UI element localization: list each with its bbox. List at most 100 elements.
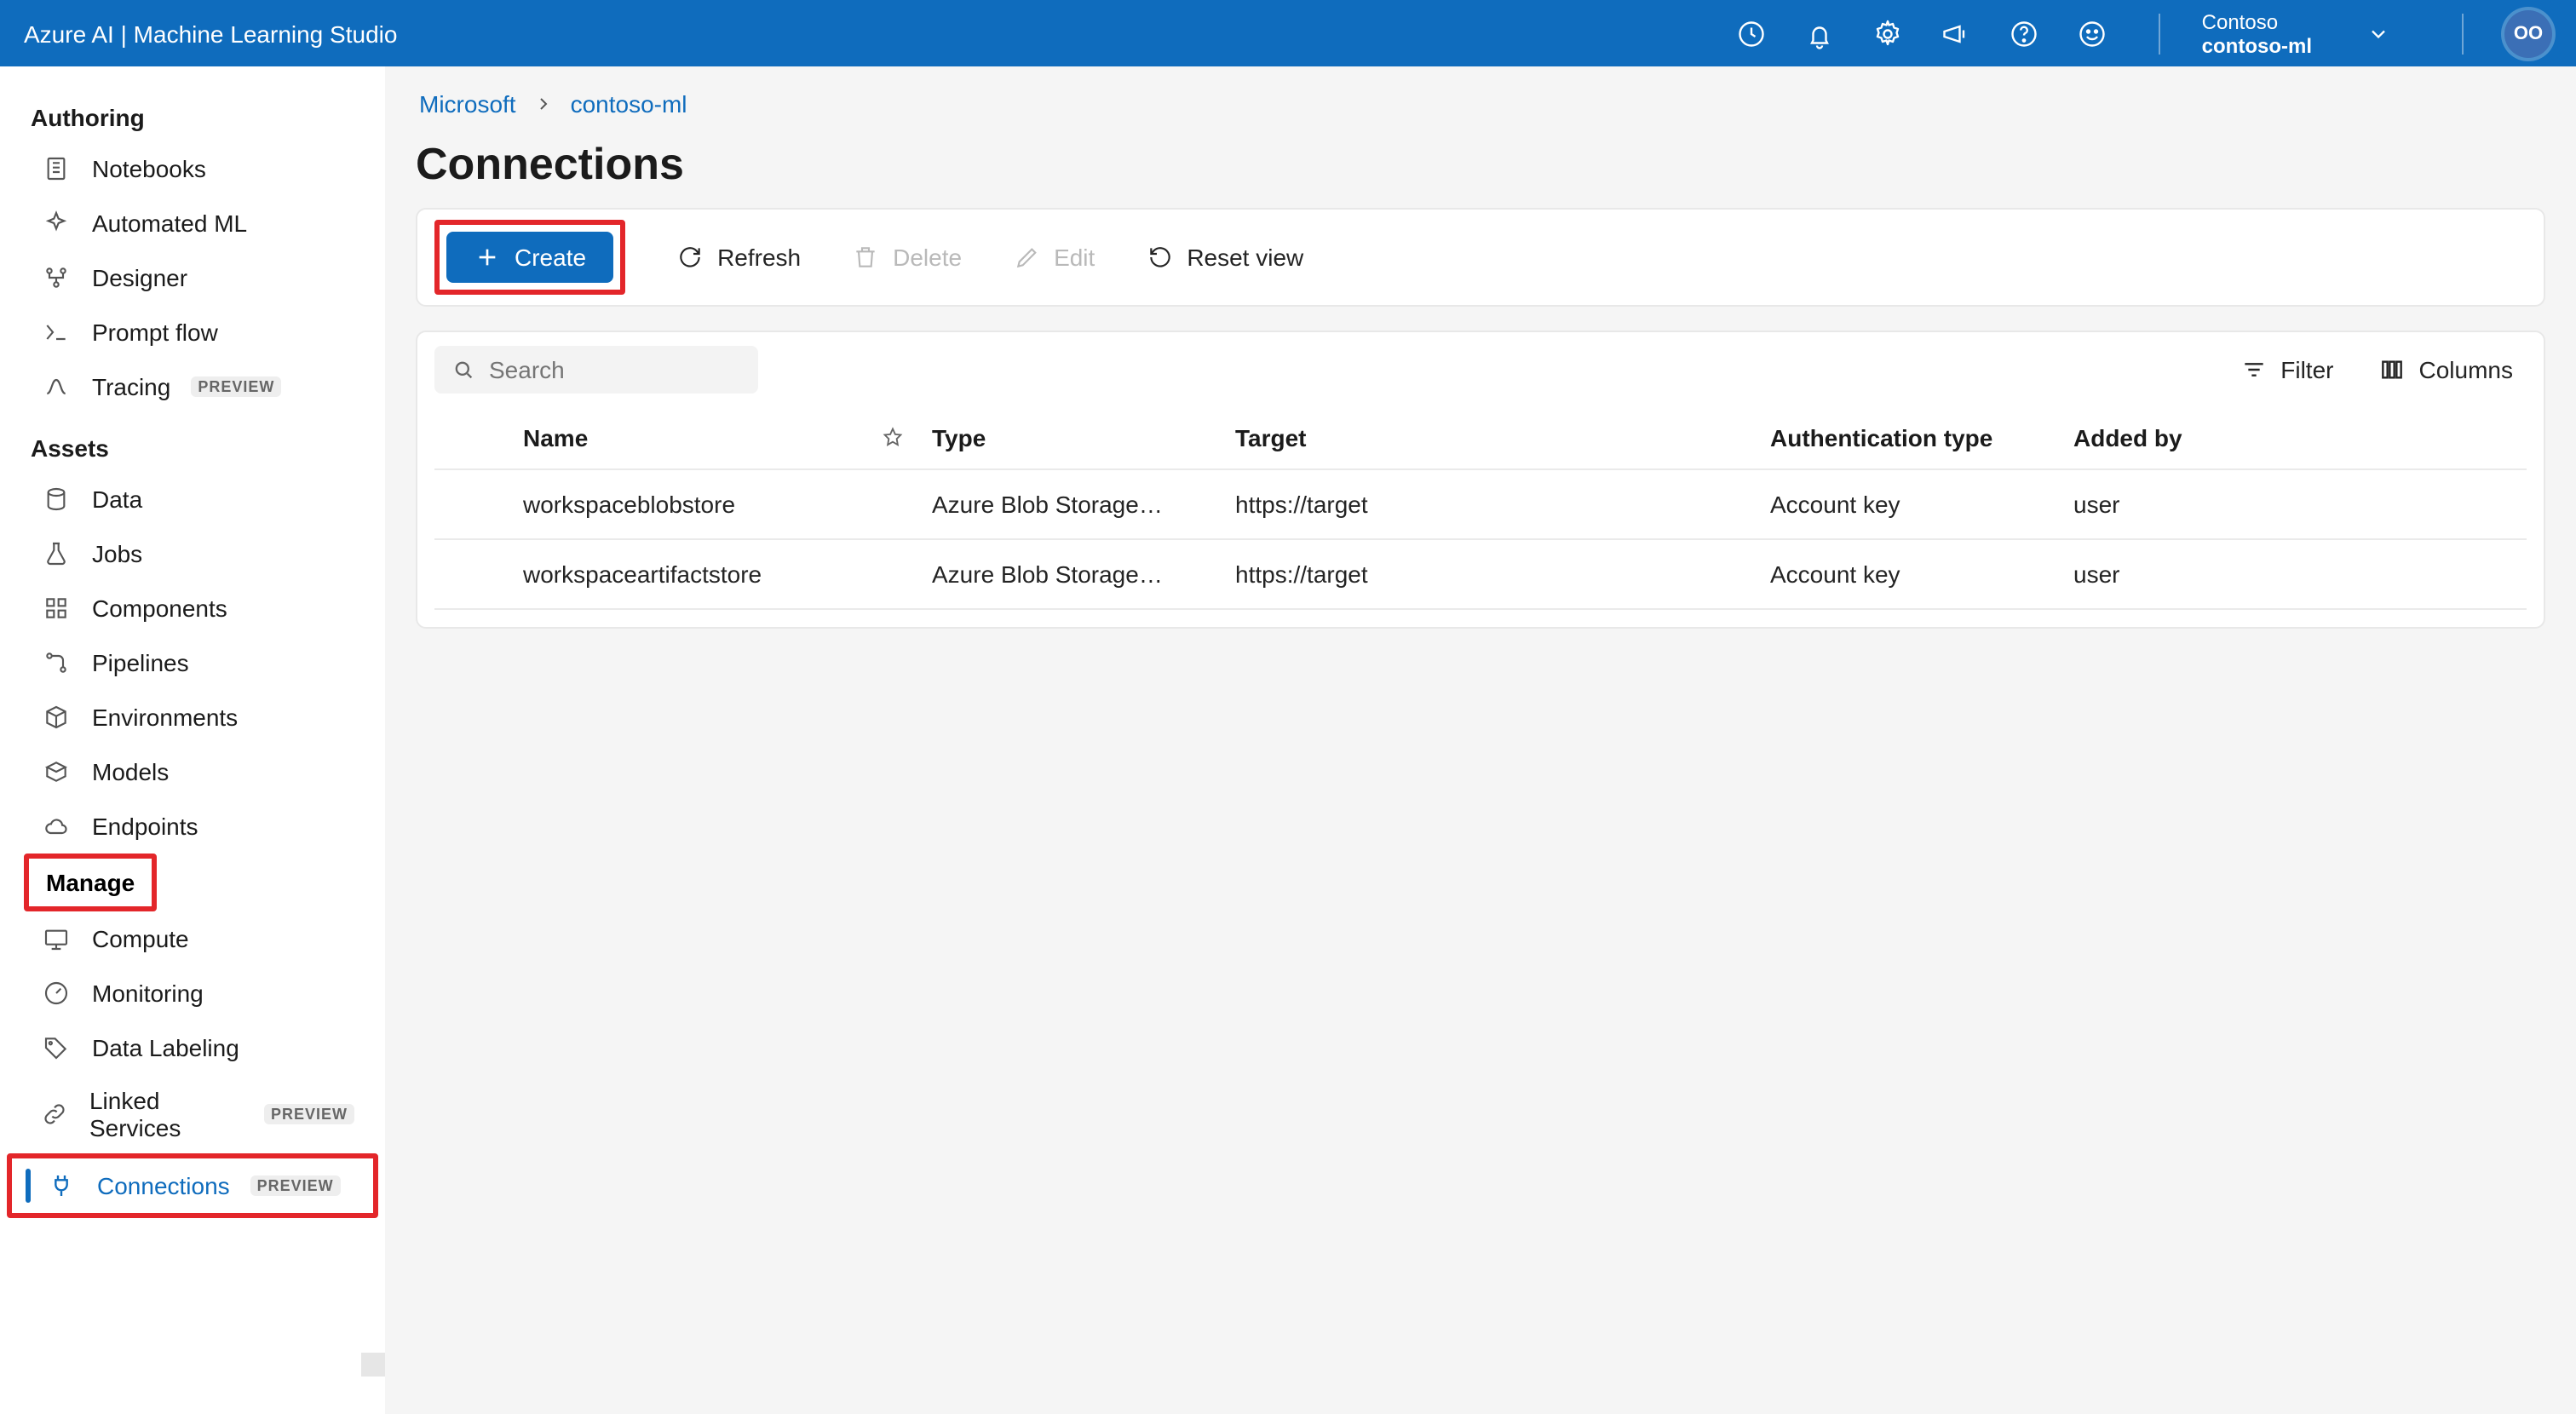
sidebar-item-connections[interactable]: Connections PREVIEW bbox=[12, 1158, 373, 1213]
create-button[interactable]: Create bbox=[446, 232, 613, 283]
col-auth[interactable]: Authentication type bbox=[1757, 407, 2060, 469]
database-icon bbox=[41, 484, 72, 514]
sidebar-item-label: Endpoints bbox=[92, 813, 198, 840]
sidebar-section-assets: Assets bbox=[7, 414, 378, 472]
sidebar-item-label: Automated ML bbox=[92, 210, 247, 237]
tenant-name: Contoso bbox=[2202, 9, 2312, 33]
notebook-icon bbox=[41, 153, 72, 184]
sidebar-item-endpoints[interactable]: Endpoints bbox=[7, 799, 378, 854]
filter-icon bbox=[2240, 356, 2267, 383]
sidebar-item-notebooks[interactable]: Notebooks bbox=[7, 141, 378, 196]
cell-name[interactable]: workspaceartifactstore bbox=[509, 539, 867, 609]
breadcrumb: Microsoft contoso-ml bbox=[416, 87, 2545, 128]
sidebar-item-models[interactable]: Models bbox=[7, 744, 378, 799]
sidebar-item-data[interactable]: Data bbox=[7, 472, 378, 526]
row-select[interactable] bbox=[434, 539, 509, 609]
sidebar-item-label: Pipelines bbox=[92, 649, 189, 676]
scroll-indicator bbox=[361, 1353, 385, 1377]
cell-added: user bbox=[2060, 469, 2527, 539]
megaphone-icon[interactable] bbox=[1941, 18, 1972, 49]
sidebar-item-monitoring[interactable]: Monitoring bbox=[7, 966, 378, 1020]
data-panel: Filter Columns Name Type bbox=[416, 331, 2545, 629]
col-type[interactable]: Type bbox=[918, 407, 1222, 469]
grid-icon bbox=[41, 593, 72, 624]
delete-label: Delete bbox=[893, 244, 962, 271]
sidebar-item-tracing[interactable]: Tracing PREVIEW bbox=[7, 359, 378, 414]
sidebar-item-linkedservices[interactable]: Linked Services PREVIEW bbox=[7, 1075, 378, 1153]
divider bbox=[2462, 13, 2464, 54]
col-target[interactable]: Target bbox=[1222, 407, 1757, 469]
topbar: Azure AI | Machine Learning Studio Conto… bbox=[0, 0, 2576, 66]
gear-icon[interactable] bbox=[1873, 18, 1904, 49]
sidebar-item-pipelines[interactable]: Pipelines bbox=[7, 635, 378, 690]
cell-target: https://target bbox=[1222, 539, 1757, 609]
pencil-icon bbox=[1013, 244, 1040, 271]
sparkle-icon bbox=[41, 208, 72, 239]
app-title: Azure AI | Machine Learning Studio bbox=[24, 20, 397, 47]
cell-star[interactable] bbox=[867, 539, 918, 609]
toolbar: Create Refresh Delete Edit Reset bbox=[416, 208, 2545, 307]
refresh-button[interactable]: Refresh bbox=[666, 237, 811, 278]
table-row[interactable]: workspaceartifactstore Azure Blob Storag… bbox=[434, 539, 2527, 609]
row-select[interactable] bbox=[434, 469, 509, 539]
help-icon[interactable] bbox=[2010, 18, 2040, 49]
filter-label: Filter bbox=[2280, 356, 2333, 383]
sidebar-item-promptflow[interactable]: Prompt flow bbox=[7, 305, 378, 359]
reset-label: Reset view bbox=[1187, 244, 1303, 271]
filter-button[interactable]: Filter bbox=[2226, 349, 2347, 390]
cell-type: Azure Blob Storage… bbox=[918, 539, 1222, 609]
sidebar-section-authoring: Authoring bbox=[7, 83, 378, 141]
sidebar-item-label: Designer bbox=[92, 264, 187, 291]
workspace-switcher-label[interactable]: Contoso contoso-ml bbox=[2202, 9, 2312, 57]
cell-name[interactable]: workspaceblobstore bbox=[509, 469, 867, 539]
avatar[interactable]: OO bbox=[2504, 9, 2552, 57]
table-header-row: Name Type Target Authentication type Add… bbox=[434, 407, 2527, 469]
cell-star[interactable] bbox=[867, 469, 918, 539]
sidebar-item-label: Components bbox=[92, 595, 227, 622]
refresh-label: Refresh bbox=[717, 244, 801, 271]
columns-button[interactable]: Columns bbox=[2365, 349, 2527, 390]
col-name[interactable]: Name bbox=[509, 407, 867, 469]
sidebar-item-jobs[interactable]: Jobs bbox=[7, 526, 378, 581]
sidebar-item-automl[interactable]: Automated ML bbox=[7, 196, 378, 250]
clock-icon[interactable] bbox=[1737, 18, 1768, 49]
sidebar-item-label: Tracing bbox=[92, 373, 170, 400]
sidebar-item-label: Data bbox=[92, 486, 142, 513]
preview-badge: PREVIEW bbox=[191, 376, 281, 397]
breadcrumb-workspace[interactable]: contoso-ml bbox=[571, 90, 687, 118]
delete-button: Delete bbox=[842, 237, 972, 278]
select-all-header[interactable] bbox=[434, 407, 509, 469]
search-box[interactable] bbox=[434, 346, 758, 394]
sidebar-item-components[interactable]: Components bbox=[7, 581, 378, 635]
smiley-icon[interactable] bbox=[2078, 18, 2108, 49]
cube-icon bbox=[41, 702, 72, 733]
sidebar-item-label: Environments bbox=[92, 704, 238, 731]
table-row[interactable]: workspaceblobstore Azure Blob Storage… h… bbox=[434, 469, 2527, 539]
box-icon bbox=[41, 756, 72, 787]
gauge-icon bbox=[41, 978, 72, 1009]
avatar-initials: OO bbox=[2514, 23, 2543, 43]
sidebar-item-compute[interactable]: Compute bbox=[7, 911, 378, 966]
highlight-connections: Connections PREVIEW bbox=[7, 1153, 378, 1218]
sidebar-item-environments[interactable]: Environments bbox=[7, 690, 378, 744]
cell-auth: Account key bbox=[1757, 469, 2060, 539]
workspace-name: contoso-ml bbox=[2202, 33, 2312, 57]
connections-table: Name Type Target Authentication type Add… bbox=[434, 407, 2527, 610]
chevron-down-icon[interactable] bbox=[2366, 21, 2390, 45]
trash-icon bbox=[852, 244, 879, 271]
page-title: Connections bbox=[416, 138, 2545, 191]
reset-button[interactable]: Reset view bbox=[1136, 237, 1314, 278]
sidebar-item-designer[interactable]: Designer bbox=[7, 250, 378, 305]
search-input[interactable] bbox=[489, 356, 741, 383]
col-star[interactable] bbox=[867, 407, 918, 469]
divider bbox=[2159, 13, 2161, 54]
sidebar-item-label: Linked Services bbox=[89, 1087, 244, 1141]
breadcrumb-root[interactable]: Microsoft bbox=[419, 90, 516, 118]
edit-label: Edit bbox=[1054, 244, 1095, 271]
bell-icon[interactable] bbox=[1805, 18, 1836, 49]
columns-label: Columns bbox=[2419, 356, 2514, 383]
sidebar-item-datalabeling[interactable]: Data Labeling bbox=[7, 1020, 378, 1075]
col-added[interactable]: Added by bbox=[2060, 407, 2527, 469]
sidebar-item-label: Models bbox=[92, 758, 169, 785]
link-icon bbox=[41, 1099, 69, 1129]
